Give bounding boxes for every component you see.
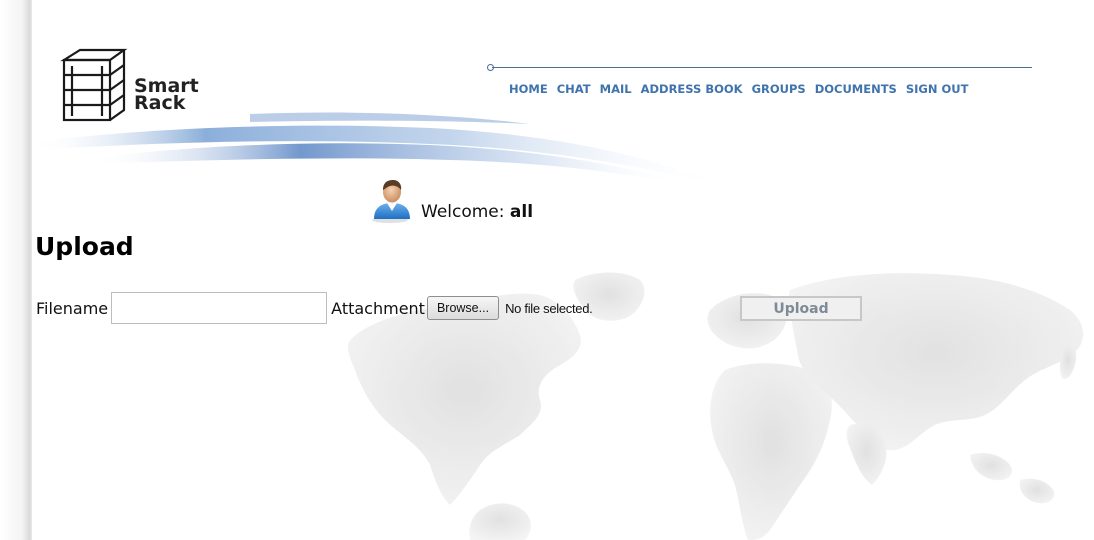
user-avatar-icon bbox=[372, 180, 410, 223]
attachment-label: Attachment bbox=[331, 298, 425, 318]
nav-documents[interactable]: DOCUMENTS bbox=[815, 82, 897, 96]
page: Smart Rack HOME CHAT MAIL ADDRESS BOOK G… bbox=[0, 0, 1094, 540]
page-title: Upload bbox=[35, 232, 134, 261]
nav-home[interactable]: HOME bbox=[509, 82, 548, 96]
no-file-selected-text: No file selected. bbox=[505, 300, 593, 316]
nav-sign-out[interactable]: SIGN OUT bbox=[906, 82, 969, 96]
nav-address-book[interactable]: ADDRESS BOOK bbox=[641, 82, 743, 96]
browse-button[interactable]: Browse... bbox=[426, 296, 500, 320]
nav-groups[interactable]: GROUPS bbox=[752, 82, 806, 96]
nav-divider-line bbox=[492, 67, 1032, 68]
welcome-message: Welcome: all bbox=[421, 202, 533, 222]
filename-label: Filename bbox=[36, 298, 109, 318]
welcome-username: all bbox=[509, 202, 534, 222]
top-nav: HOME CHAT MAIL ADDRESS BOOK GROUPS DOCUM… bbox=[509, 82, 968, 96]
filename-input[interactable] bbox=[111, 292, 328, 324]
left-edge-shadow bbox=[0, 0, 32, 540]
nav-chat[interactable]: CHAT bbox=[557, 82, 591, 96]
welcome-label: Welcome: bbox=[421, 202, 505, 222]
upload-button[interactable]: Upload bbox=[740, 296, 862, 321]
nav-mail[interactable]: MAIL bbox=[600, 82, 632, 96]
upload-form-row: Filename Attachment Browse... No file se… bbox=[36, 291, 593, 325]
